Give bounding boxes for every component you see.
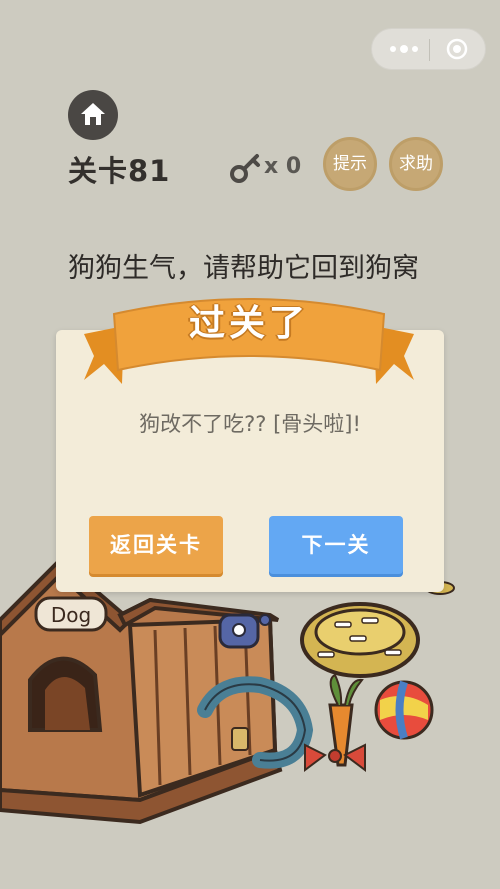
doghouse-scene-illustration: Dog [0, 560, 455, 825]
puzzle-prompt: 狗狗生气，请帮助它回到狗窝 [68, 253, 419, 284]
home-button[interactable] [68, 90, 118, 140]
dialog-title: 过关了 [188, 303, 309, 344]
mini-program-capsule [371, 28, 486, 70]
back-to-levels-button[interactable]: 返回关卡 [89, 516, 223, 574]
dialog-message: 狗改不了吃?? [骨头啦]! [139, 412, 361, 436]
carrot-illustration [304, 673, 366, 772]
more-dots-icon[interactable] [389, 44, 419, 54]
level-label: 关卡81 [68, 154, 171, 188]
help-button[interactable]: 求助 [389, 137, 443, 191]
hint-button[interactable]: 提示 [323, 137, 377, 191]
svg-text:Dog: Dog [51, 603, 91, 627]
ball-illustration [374, 680, 434, 740]
target-close-icon[interactable] [446, 38, 468, 60]
home-icon [81, 103, 105, 125]
next-level-button[interactable]: 下一关 [269, 516, 403, 574]
dog-bowl-illustration [300, 602, 420, 678]
key-count: x 0 [264, 154, 302, 179]
capsule-divider [429, 39, 430, 61]
key-icon [230, 154, 260, 183]
